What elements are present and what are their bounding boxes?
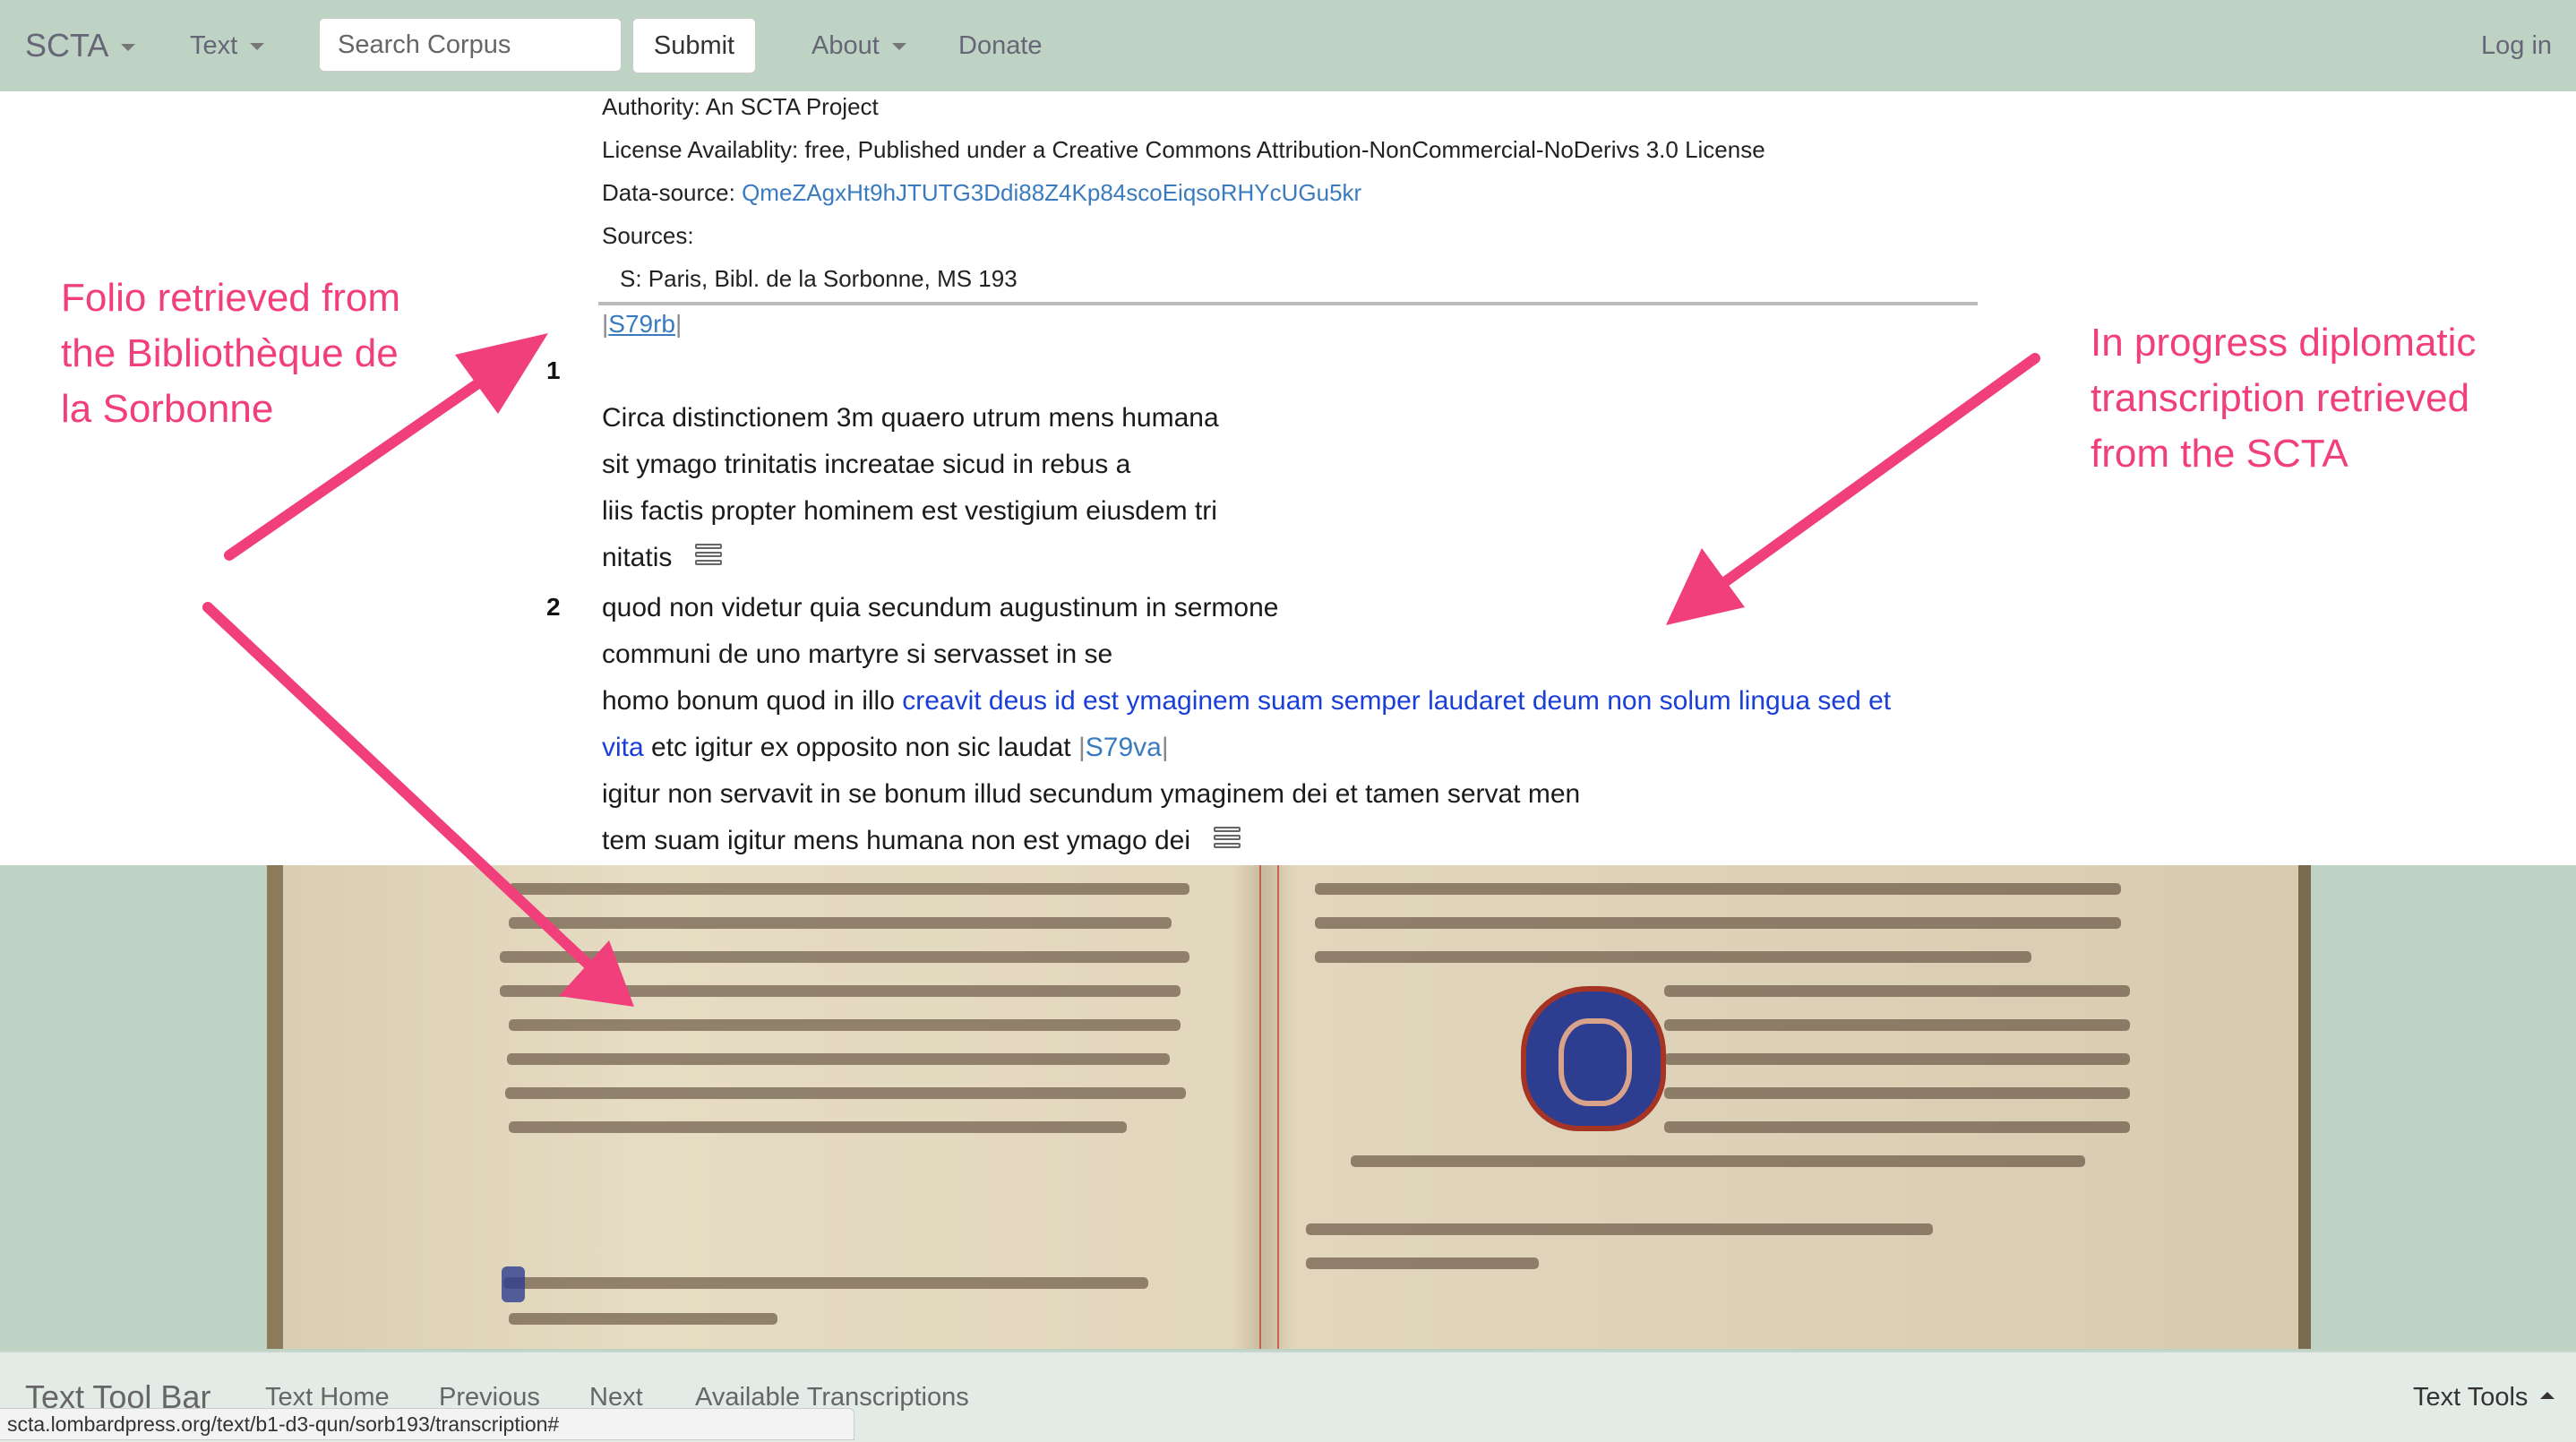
script-line — [509, 883, 1189, 895]
folio-link-s79rb[interactable]: S79rb — [608, 310, 675, 338]
data-source-line: Data-source: QmeZAgxHt9hJTUTG3Ddi88Z4Kp8… — [602, 179, 1361, 207]
script-line — [1664, 1019, 2130, 1031]
authority-line: Authority: An SCTA Project — [602, 93, 879, 120]
quotation-text: creavit deus id est ymaginem suam semper… — [902, 686, 1892, 716]
small-initial — [502, 1266, 525, 1302]
text-tools-menu[interactable]: Text Tools — [2413, 1352, 2555, 1442]
script-line — [507, 1053, 1170, 1065]
illuminated-initial — [1521, 986, 1666, 1131]
login-link[interactable]: Log in — [2481, 0, 2552, 91]
caret-up-icon — [2540, 1392, 2555, 1400]
caret-down-icon — [891, 43, 906, 51]
caret-down-icon — [121, 44, 136, 52]
paragraph-number[interactable]: 1 — [546, 356, 561, 385]
license-line: License Availablity: free, Published und… — [602, 136, 1765, 163]
manuscript-image-viewer[interactable] — [0, 865, 2576, 1351]
about-menu-label: About — [811, 31, 880, 60]
status-bar-url: scta.lombardpress.org/text/b1-d3-qun/sor… — [0, 1408, 854, 1440]
ruling-line — [1259, 865, 1261, 1349]
script-line — [1315, 883, 2121, 895]
script-line — [1664, 1087, 2130, 1099]
script-line — [500, 985, 1181, 997]
text-menu-label: Text — [190, 31, 238, 60]
about-menu[interactable]: About — [811, 0, 906, 91]
submit-button[interactable]: Submit — [632, 18, 756, 73]
transcription-line: Circa distinctionem 3m quaero utrum mens… — [602, 403, 1219, 433]
folio-bar-mark: | — [1161, 733, 1169, 762]
paragraph-number[interactable]: 2 — [546, 593, 561, 622]
sources-label: Sources: — [602, 222, 694, 249]
options-menu-icon[interactable] — [695, 544, 723, 567]
ruling-line — [1277, 865, 1279, 1349]
text-tools-label: Text Tools — [2413, 1383, 2529, 1412]
brand-menu[interactable]: SCTA — [25, 0, 136, 91]
script-line — [509, 1019, 1181, 1031]
donate-link[interactable]: Donate — [958, 0, 1043, 91]
folio-bar-mark: | — [1078, 733, 1086, 762]
folio-bar-mark: | — [675, 310, 683, 338]
transcription-line: sit ymago trinitatis increatae sicud in … — [602, 450, 1131, 479]
script-line — [1664, 985, 2130, 997]
quotation-text: vita — [602, 733, 644, 762]
transcription-line: homo bonum quod in illo creavit deus id … — [602, 686, 1891, 717]
script-line — [1351, 1155, 2085, 1167]
script-line — [1306, 1257, 1539, 1269]
options-menu-icon[interactable] — [1214, 827, 1241, 850]
transcription-text: tem suam igitur mens humana non est ymag… — [602, 826, 1190, 855]
transcription-line: tem suam igitur mens humana non est ymag… — [602, 826, 1241, 856]
folio-edge — [2298, 865, 2311, 1349]
transcription-text: homo bonum quod in illo — [602, 686, 903, 716]
data-source-label: Data-source: — [602, 179, 735, 206]
folio-link-s79va[interactable]: S79va — [1086, 733, 1162, 762]
source-item: S: Paris, Bibl. de la Sorbonne, MS 193 — [620, 265, 1018, 292]
transcription-line: quod non videtur quia secundum augustinu… — [602, 593, 1279, 622]
metadata-divider — [598, 302, 1978, 305]
transcription-line: nitatis — [602, 543, 723, 573]
top-navbar: SCTA Text Submit About Donate Log in — [0, 0, 2576, 93]
brand-label: SCTA — [25, 27, 109, 64]
transcription-line: communi de uno martyre si servasset in s… — [602, 639, 1113, 669]
search-input[interactable] — [319, 18, 622, 72]
transcription-line: vita etc igitur ex opposito non sic laud… — [602, 733, 1169, 763]
script-line — [500, 951, 1189, 963]
caret-down-icon — [250, 43, 265, 51]
folio-edge — [267, 865, 283, 1349]
script-line — [509, 917, 1172, 929]
script-line — [1315, 917, 2121, 929]
script-line — [1664, 1053, 2130, 1065]
annotation-right: In progress diplomatic transcription ret… — [2091, 321, 2477, 476]
script-line — [505, 1087, 1186, 1099]
data-source-link[interactable]: QmeZAgxHt9hJTUTG3Ddi88Z4Kp84scoEiqsoRHYc… — [742, 179, 1361, 206]
transcription-line: igitur non servavit in se bonum illud se… — [602, 779, 1581, 809]
text-menu[interactable]: Text — [190, 0, 265, 91]
script-line — [1664, 1121, 2130, 1133]
transcription-line: liis factis propter hominem est vestigiu… — [602, 496, 1217, 526]
manuscript-folio-image[interactable] — [267, 865, 2311, 1349]
script-line — [1315, 951, 2031, 963]
script-line — [503, 1277, 1148, 1289]
folio-gutter — [1232, 865, 1295, 1349]
annotation-left: Folio retrieved from the Bibliothèque de… — [61, 276, 401, 431]
script-line — [1306, 1223, 1933, 1235]
script-line — [509, 1313, 777, 1325]
transcription-text: nitatis — [602, 543, 673, 572]
script-line — [509, 1121, 1127, 1133]
folio-marker-start: |S79rb| — [602, 310, 682, 339]
transcription-text: etc igitur ex opposito non sic laudat — [643, 733, 1071, 762]
